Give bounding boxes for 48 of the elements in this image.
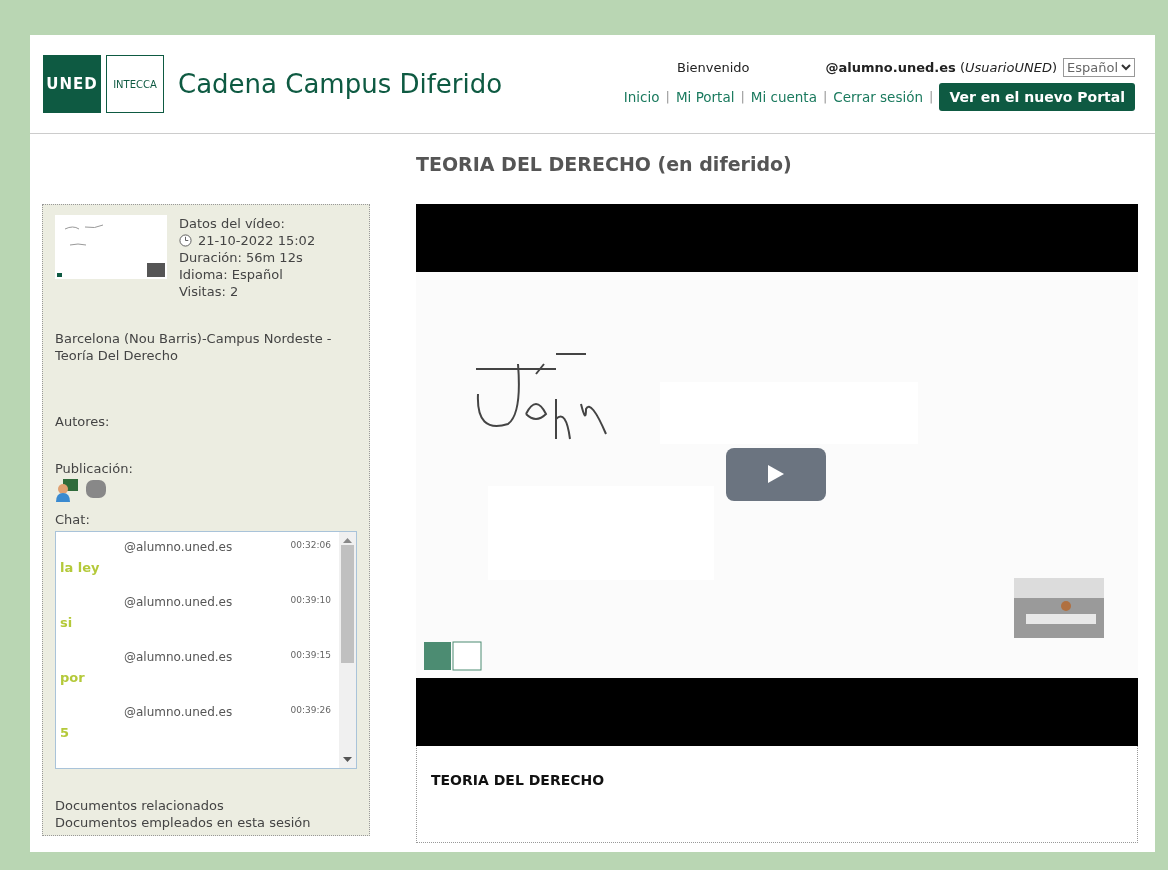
uned-logo: UNED	[43, 55, 101, 113]
separator: |	[929, 89, 934, 104]
chevron-down-icon	[1121, 63, 1131, 71]
chat-message: por	[60, 669, 86, 685]
chat-user: @alumno.uned.es	[124, 539, 233, 554]
site-title: Cadena Campus Diferido	[178, 69, 503, 99]
video-description: Barcelona (Nou Barris)-Campus Nordeste - Teoría Del Derecho	[55, 329, 333, 364]
separator: |	[740, 89, 745, 104]
chat-user: @alumno.uned.es	[124, 649, 233, 664]
chat-label: Chat:	[55, 511, 91, 527]
welcome-text: Bienvenido	[677, 59, 750, 75]
nav-link[interactable]: Mi cuenta	[750, 88, 817, 105]
page-title: TEORIA DEL DERECHO (en diferido)	[416, 152, 793, 177]
user-label: @alumno.uned.es (UsuarioUNED)	[825, 59, 1057, 75]
language-select[interactable]: Español	[1063, 57, 1135, 77]
chat-message: la ley	[60, 559, 101, 575]
authors-label: Autores:	[55, 413, 111, 429]
chat-message: si	[60, 614, 74, 630]
video-visits: Visitas: 2	[179, 282, 240, 300]
chat-user: @alumno.uned.es	[124, 594, 233, 609]
intecca-logo: INTECCA	[106, 55, 164, 113]
documents-link[interactable]: Documentos empleados en esta sesión	[55, 813, 357, 831]
publication-label: Publicación:	[55, 460, 134, 476]
play-icon	[768, 465, 784, 483]
video-date: 21-10-2022 15:02	[198, 231, 316, 249]
separator: |	[665, 89, 670, 104]
nav-link[interactable]: Inicio	[623, 88, 660, 105]
scrollbar[interactable]	[339, 531, 356, 768]
teacher-icon[interactable]	[55, 477, 79, 502]
separator: |	[822, 89, 828, 104]
details-heading: Datos del vídeo:	[179, 214, 286, 232]
new-portal-button[interactable]: Ver en el nuevo Portal	[939, 82, 1135, 111]
video-duration: Duración: 56m 12s	[179, 248, 304, 266]
chat-time: 00:39:10	[290, 594, 331, 607]
chat-user: @alumno.uned.es	[124, 704, 233, 719]
play-button[interactable]	[726, 447, 826, 501]
chat-time: 00:39:26	[290, 704, 331, 717]
documents-link[interactable]: Documentos relacionados	[55, 796, 357, 814]
clock-icon	[179, 233, 192, 247]
video-title: TEORIA DEL DERECHO	[431, 771, 605, 788]
chat-time: 00:32:06	[290, 539, 331, 552]
chat-message: 5	[60, 724, 71, 740]
chat-time: 00:39:15	[290, 649, 331, 662]
nav-link[interactable]: Mi Portal	[675, 88, 735, 105]
web-icon[interactable]	[85, 477, 107, 500]
nav-link[interactable]: Cerrar sesión	[833, 88, 923, 105]
video-language: Idioma: Español	[179, 265, 284, 283]
scroll-down-icon[interactable]	[343, 756, 352, 763]
